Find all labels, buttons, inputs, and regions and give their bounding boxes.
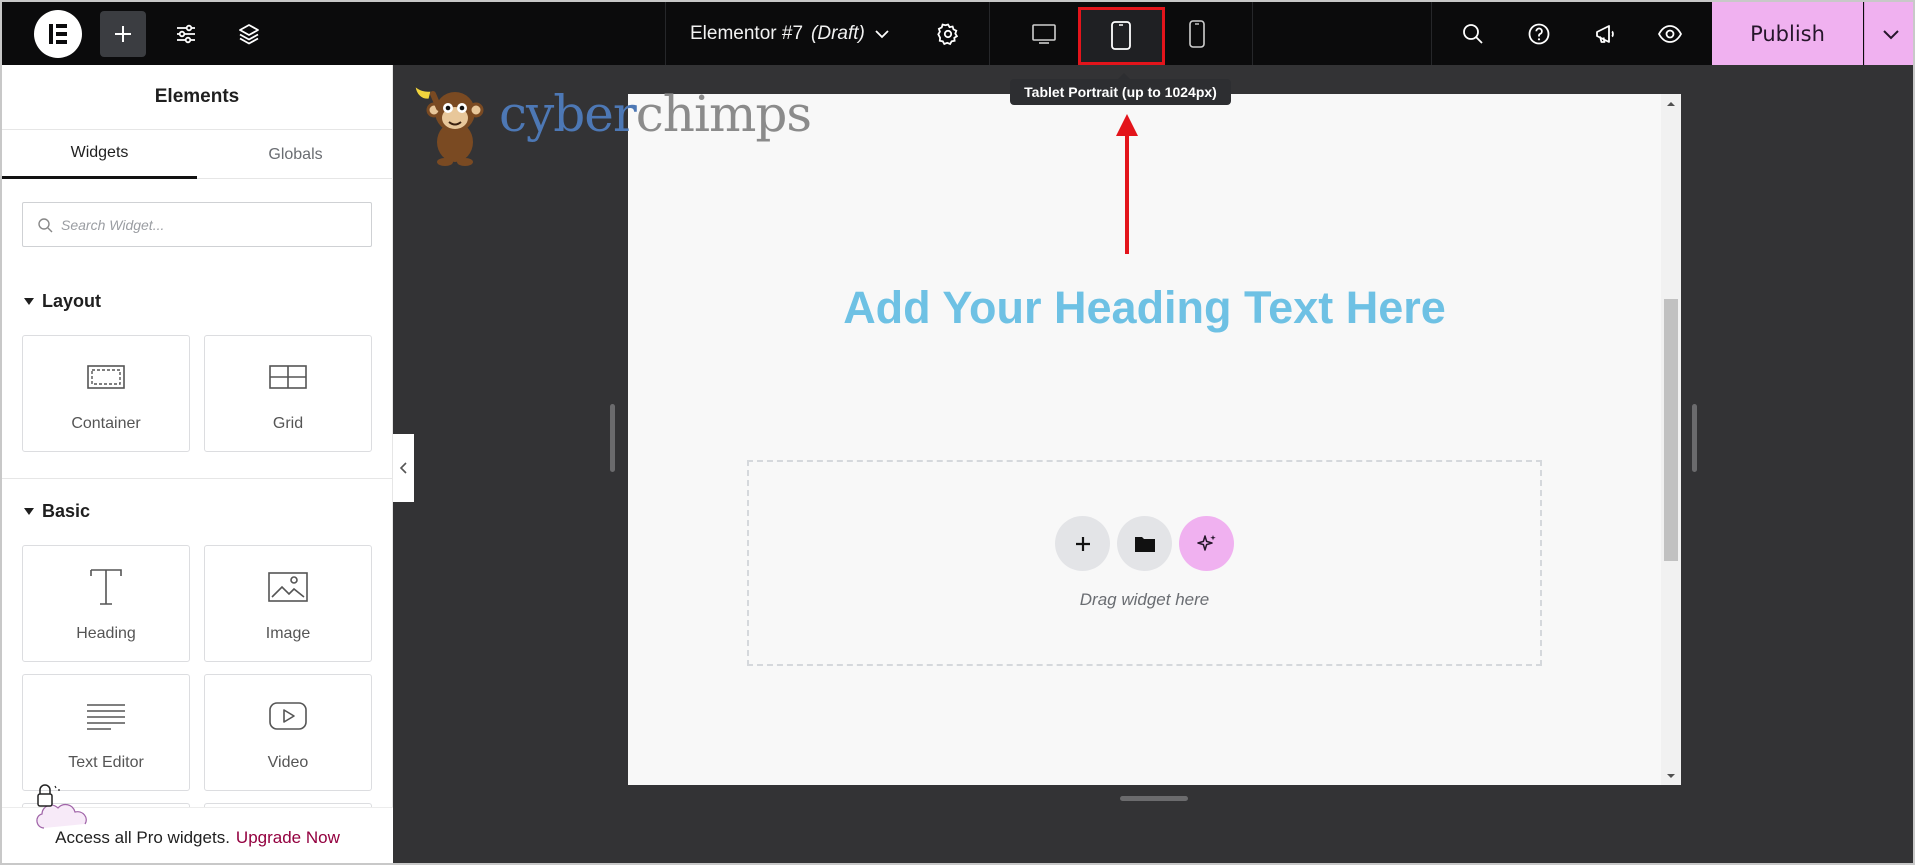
search-icon — [1463, 24, 1483, 44]
help-icon — [1528, 23, 1550, 45]
caret-down-icon — [24, 298, 34, 305]
brand-part-chimps: chimps — [635, 85, 812, 143]
widget-video[interactable]: Video — [204, 674, 372, 791]
brand-part-cyber: cyber — [499, 85, 637, 143]
layers-icon — [239, 24, 259, 45]
app-frame: Elementor #7 (Draft) Publish Elements Wi… — [0, 0, 1915, 865]
toolbar-divider — [1252, 2, 1253, 65]
add-section-button[interactable] — [1055, 516, 1110, 571]
sliders-icon — [177, 24, 195, 44]
add-element-button[interactable] — [100, 11, 146, 57]
pro-upgrade-banner: Access all Pro widgets. Upgrade Now — [2, 784, 393, 863]
structure-button[interactable] — [226, 11, 272, 57]
panel-title: Elements — [2, 65, 392, 130]
image-icon — [268, 567, 308, 607]
widget-grid[interactable]: Grid — [204, 335, 372, 452]
lock-cloud-icon — [36, 784, 87, 829]
chevron-down-icon — [1883, 29, 1899, 39]
drop-zone-label: Drag widget here — [1079, 590, 1210, 609]
video-icon — [268, 696, 308, 736]
finder-button[interactable] — [1450, 11, 1496, 57]
publish-options-button[interactable] — [1864, 2, 1913, 65]
widget-heading[interactable]: Heading — [22, 545, 190, 662]
widget-image[interactable]: Image — [204, 545, 372, 662]
widget-label: Text Editor — [68, 754, 144, 771]
cyberchimps-logo: cyberchimps — [405, 79, 812, 169]
caret-down-icon — [24, 508, 34, 515]
toolbar-divider — [989, 2, 990, 65]
upgrade-link[interactable]: Upgrade Now — [236, 828, 340, 848]
ai-generate-button[interactable] — [1179, 516, 1234, 571]
add-template-button[interactable] — [1117, 516, 1172, 571]
widget-search[interactable] — [22, 202, 372, 247]
plus-icon — [1075, 536, 1090, 551]
chevron-left-icon — [399, 462, 407, 474]
device-tooltip: Tablet Portrait (up to 1024px) — [1010, 73, 1231, 105]
top-bar: Elementor #7 (Draft) Publish — [2, 2, 1913, 65]
toolbar-divider — [665, 2, 666, 65]
sparkle-icon — [1196, 534, 1216, 551]
scroll-thumb[interactable] — [1664, 299, 1678, 561]
desktop-icon — [1032, 24, 1056, 44]
collapse-panel-button[interactable] — [393, 434, 414, 502]
widget-container[interactable]: Container — [22, 335, 190, 452]
tab-globals[interactable]: Globals — [198, 130, 393, 179]
widget-text-editor[interactable]: Text Editor — [22, 674, 190, 791]
help-button[interactable] — [1516, 11, 1562, 57]
section-layout-header[interactable]: Layout — [24, 291, 101, 312]
document-title: Elementor #7 — [690, 22, 804, 44]
site-settings-button[interactable] — [163, 11, 209, 57]
plus-icon — [115, 26, 131, 42]
resize-handle-bottom[interactable] — [1120, 796, 1188, 801]
device-mobile-button[interactable] — [1174, 11, 1220, 57]
device-desktop-button[interactable] — [1021, 11, 1067, 57]
container-icon — [87, 357, 125, 397]
widget-label: Video — [267, 754, 309, 771]
section-basic-header[interactable]: Basic — [24, 501, 90, 522]
mobile-icon — [1189, 20, 1205, 48]
section-title: Basic — [42, 501, 91, 521]
chevron-down-icon — [875, 29, 889, 38]
section-divider — [2, 478, 393, 479]
text-editor-icon — [86, 696, 126, 736]
toolbar-divider — [1431, 2, 1432, 65]
widget-label: Heading — [76, 625, 136, 642]
elements-panel: Elements Widgets Globals Layout Containe… — [2, 65, 393, 863]
section-title: Layout — [42, 291, 102, 311]
widget-label: Image — [265, 625, 311, 642]
resize-handle-left[interactable] — [610, 404, 615, 472]
heading-icon — [87, 567, 125, 607]
document-status: (Draft) — [811, 22, 865, 44]
heading-widget[interactable]: Add Your Heading Text Here — [628, 282, 1661, 334]
monkey-mascot-icon — [414, 84, 484, 166]
tab-widgets[interactable]: Widgets — [2, 130, 197, 179]
brand-wordmark: cyberchimps — [499, 85, 812, 143]
panel-tabs: Widgets Globals — [2, 130, 392, 179]
publish-button[interactable]: Publish — [1712, 2, 1863, 65]
document-title-menu[interactable]: Elementor #7 (Draft) — [690, 2, 891, 65]
grid-icon — [269, 357, 307, 397]
preview-button[interactable] — [1647, 11, 1693, 57]
tablet-icon — [1111, 21, 1131, 50]
widget-label: Container — [71, 415, 141, 432]
folder-icon — [1134, 536, 1155, 552]
device-tablet-button[interactable] — [1078, 7, 1165, 65]
search-icon — [38, 217, 53, 232]
tablet-preview-page — [628, 94, 1681, 785]
resize-handle-right[interactable] — [1692, 404, 1697, 472]
widget-label: Grid — [272, 415, 304, 432]
elementor-logo-icon[interactable] — [34, 10, 82, 58]
eye-icon — [1657, 25, 1683, 43]
annotation-arrow-icon — [1116, 114, 1138, 254]
search-input[interactable] — [61, 216, 351, 233]
megaphone-icon — [1596, 25, 1614, 43]
notifications-button[interactable] — [1582, 11, 1628, 57]
page-settings-button[interactable] — [925, 11, 971, 57]
gear-icon — [937, 23, 959, 46]
